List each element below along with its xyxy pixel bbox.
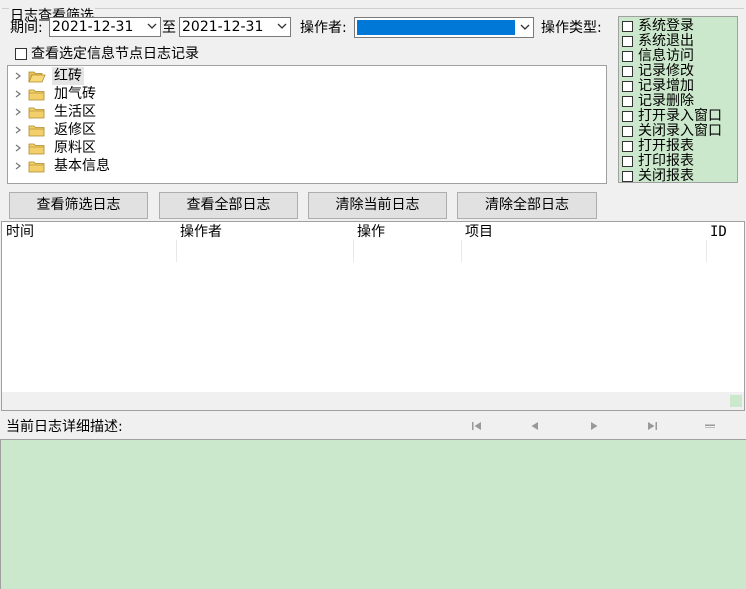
date-to-picker[interactable]: 2021-12-31 (179, 17, 291, 37)
folder-icon (28, 125, 45, 137)
tree-node-label: 返修区 (54, 122, 96, 138)
view-node-label: 查看选定信息节点日志记录 (31, 46, 199, 62)
optype-checkbox[interactable] (622, 126, 633, 137)
operator-label: 操作者: (300, 20, 347, 36)
tree-node-label: 基本信息 (54, 158, 110, 174)
chevron-right-icon[interactable] (14, 162, 22, 170)
grid-corner-indicator (730, 395, 742, 407)
chevron-right-icon[interactable] (14, 108, 22, 116)
chevron-down-icon[interactable] (147, 21, 157, 31)
view-filtered-log-button[interactable]: 查看筛选日志 (9, 192, 148, 219)
optype-panel: 系统登录 系统退出 信息访问 记录修改 记录增加 记录删除 打开录入窗口 关闭录… (618, 16, 738, 184)
optype-label: 操作类型: (541, 20, 602, 36)
first-record-icon[interactable] (470, 420, 484, 432)
chevron-right-icon[interactable] (14, 144, 22, 152)
detail-label: 当前日志详细描述: (6, 419, 123, 435)
column-header-item[interactable]: 项目 (461, 222, 706, 262)
grid-footer (2, 392, 744, 410)
folder-open-icon (28, 71, 46, 83)
operator-selection-highlight (357, 20, 515, 35)
optype-checkbox[interactable] (622, 171, 633, 182)
operator-combo[interactable] (354, 17, 534, 38)
clear-all-log-button[interactable]: 清除全部日志 (457, 192, 597, 219)
folder-icon (28, 143, 45, 155)
folder-icon (28, 107, 45, 119)
chevron-down-icon[interactable] (277, 21, 287, 31)
column-header-operation[interactable]: 操作 (353, 222, 461, 262)
info-node-tree[interactable]: 红砖 加气砖 生活区 返修区 原料区 基本信息 (7, 65, 607, 184)
chevron-right-icon[interactable] (14, 72, 22, 80)
optype-checkbox[interactable] (622, 51, 633, 62)
column-header-time[interactable]: 时间 (2, 222, 177, 262)
tree-node-label: 红砖 (52, 67, 84, 85)
folder-icon (28, 161, 45, 173)
last-record-icon[interactable] (645, 420, 659, 432)
chevron-down-icon[interactable] (520, 22, 530, 32)
date-to-value: 2021-12-31 (182, 19, 264, 35)
optype-checkbox[interactable] (622, 96, 633, 107)
optype-checkbox[interactable] (622, 21, 633, 32)
tree-node-label: 生活区 (54, 104, 96, 120)
column-header-operator[interactable]: 操作者 (176, 222, 354, 262)
chevron-right-icon[interactable] (14, 126, 22, 134)
detail-description-area[interactable] (0, 439, 746, 589)
tree-node-label: 原料区 (54, 140, 96, 156)
view-node-checkbox[interactable] (15, 48, 27, 60)
chevron-right-icon[interactable] (14, 90, 22, 98)
period-label: 期间: (10, 20, 43, 36)
column-header-id[interactable]: ID (706, 222, 744, 262)
optype-checkbox[interactable] (622, 111, 633, 122)
optype-checkbox[interactable] (622, 81, 633, 92)
date-from-value: 2021-12-31 (52, 19, 134, 35)
to-label: 至 (162, 20, 176, 36)
previous-record-icon[interactable] (528, 420, 542, 432)
optype-checkbox[interactable] (622, 66, 633, 77)
optype-checkbox[interactable] (622, 36, 633, 47)
tree-node-label: 加气砖 (54, 86, 96, 102)
delete-record-icon[interactable] (703, 420, 717, 432)
view-all-log-button[interactable]: 查看全部日志 (159, 192, 298, 219)
next-record-icon[interactable] (587, 420, 601, 432)
log-grid[interactable]: 时间 操作者 操作 项目 ID (1, 221, 745, 411)
date-from-picker[interactable]: 2021-12-31 (49, 17, 161, 37)
optype-checkbox[interactable] (622, 156, 633, 167)
optype-checkbox[interactable] (622, 141, 633, 152)
folder-icon (28, 89, 45, 101)
clear-current-log-button[interactable]: 清除当前日志 (308, 192, 447, 219)
